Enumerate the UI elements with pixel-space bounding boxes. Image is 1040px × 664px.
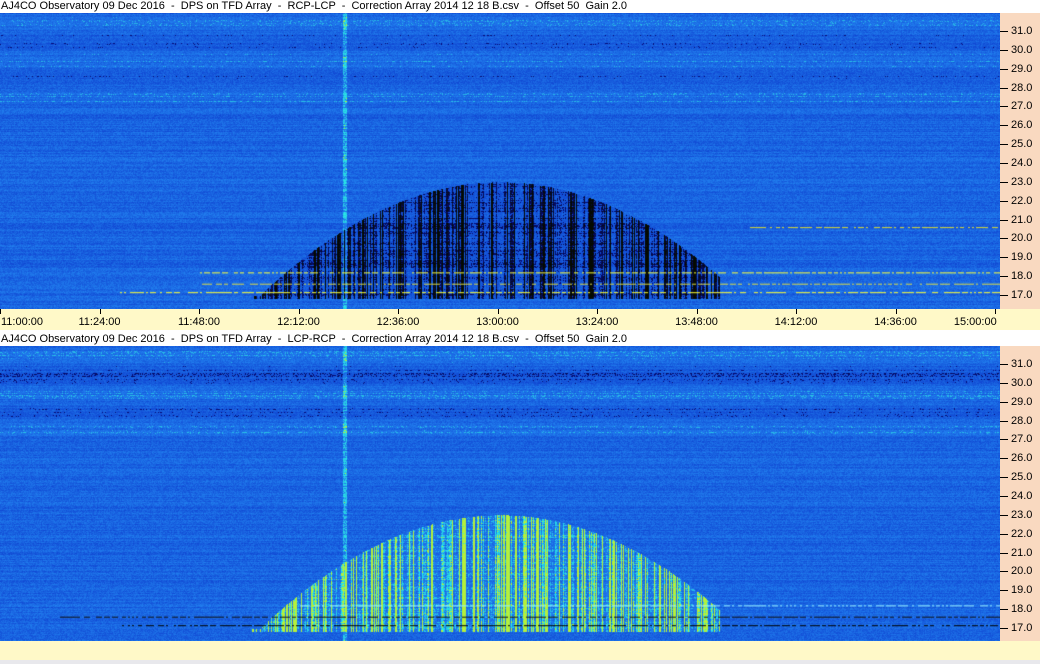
y-tick: 28.0 <box>1000 415 1040 427</box>
y-tick: 25.0 <box>1000 138 1040 150</box>
spectrogram-rcp-lcp <box>0 13 1000 309</box>
y-tick: 31.0 <box>1000 25 1040 37</box>
y-tick: 22.0 <box>1000 195 1040 207</box>
y-tick: 30.0 <box>1000 377 1040 389</box>
y-tick: 24.0 <box>1000 490 1040 502</box>
y-tick-label: 30.0 <box>1011 376 1033 389</box>
y-tick: 21.0 <box>1000 214 1040 226</box>
panel-2-title: AJ4CO Observatory 09 Dec 2016 - DPS on T… <box>0 333 1040 346</box>
y-tick: 30.0 <box>1000 44 1040 56</box>
y-tick-label: 31.0 <box>1011 25 1033 37</box>
y-tick-label: 20.0 <box>1011 232 1033 245</box>
y-tick: 17.0 <box>1000 289 1040 301</box>
y-tick: 31.0 <box>1000 358 1040 370</box>
y-tick-label: 25.0 <box>1011 471 1033 484</box>
y-tick: 18.0 <box>1000 603 1040 615</box>
time-axis-1: 11:00:00 11:24:00 11:48:00 12:12:00 12:36:00… <box>0 309 1040 330</box>
y-tick-label: 19.0 <box>1011 584 1033 597</box>
y-tick: 27.0 <box>1000 433 1040 445</box>
y-tick-label: 30.0 <box>1011 43 1033 56</box>
y-tick: 29.0 <box>1000 63 1040 75</box>
x-tick-label: 14:12:00 <box>774 316 818 328</box>
y-tick: 26.0 <box>1000 452 1040 464</box>
y-tick-label: 31.0 <box>1011 358 1033 370</box>
y-tick: 26.0 <box>1000 119 1040 131</box>
frequency-axis-1: 17.0 18.0 19.0 20.0 21.0 22.0 23.0 24.0 25.0 26.0… <box>1000 13 1040 309</box>
x-tick-label: 13:48:00 <box>675 316 718 328</box>
spectrogram-lcp-rcp <box>0 346 1000 641</box>
y-tick-label: 23.0 <box>1011 175 1033 188</box>
x-tick-label: 11:48:00 <box>177 316 221 328</box>
x-tick-label: 12:12:00 <box>277 316 320 328</box>
y-tick-label: 21.0 <box>1011 213 1033 226</box>
y-tick-label: 19.0 <box>1011 251 1033 264</box>
y-tick-label: 22.0 <box>1011 194 1033 207</box>
y-tick-label: 29.0 <box>1011 62 1033 75</box>
y-tick: 20.0 <box>1000 232 1040 244</box>
y-tick: 28.0 <box>1000 82 1040 94</box>
x-tick-label: 12:36:00 <box>376 316 420 328</box>
y-tick-label: 20.0 <box>1011 565 1033 578</box>
y-tick: 23.0 <box>1000 509 1040 521</box>
y-tick-label: 17.0 <box>1011 289 1033 301</box>
x-tick-label: 11:00:00 <box>1 316 44 328</box>
x-tick-label: 15:00:00 <box>953 316 997 328</box>
y-tick-label: 17.0 <box>1011 622 1033 634</box>
y-tick: 24.0 <box>1000 157 1040 169</box>
x-tick-label: 13:00:00 <box>476 316 519 328</box>
y-tick: 22.0 <box>1000 528 1040 540</box>
frequency-axis-2: 17.0 18.0 19.0 20.0 21.0 22.0 23.0 24.0 25.0 26.0… <box>1000 346 1040 641</box>
x-tick-label: 11:24:00 <box>78 316 121 328</box>
y-tick: 25.0 <box>1000 471 1040 483</box>
y-tick-label: 26.0 <box>1011 452 1033 465</box>
x-tick-label: 14:36:00 <box>874 316 917 328</box>
y-tick-label: 26.0 <box>1011 119 1033 132</box>
y-tick-label: 27.0 <box>1011 433 1033 446</box>
y-tick: 17.0 <box>1000 622 1040 634</box>
y-tick-label: 23.0 <box>1011 508 1033 521</box>
y-tick: 20.0 <box>1000 565 1040 577</box>
y-tick: 27.0 <box>1000 100 1040 112</box>
y-tick-label: 29.0 <box>1011 395 1033 408</box>
time-axis-2 <box>0 641 1040 660</box>
y-tick-label: 27.0 <box>1011 100 1033 113</box>
y-tick: 21.0 <box>1000 547 1040 559</box>
y-tick-label: 28.0 <box>1011 81 1033 94</box>
x-tick-label: 13:24:00 <box>575 316 619 328</box>
y-tick: 18.0 <box>1000 270 1040 282</box>
panel-1-title: AJ4CO Observatory 09 Dec 2016 - DPS on T… <box>0 0 1040 13</box>
y-tick: 19.0 <box>1000 584 1040 596</box>
y-tick-label: 18.0 <box>1011 270 1033 283</box>
y-tick: 23.0 <box>1000 176 1040 188</box>
y-tick-label: 25.0 <box>1011 138 1033 151</box>
y-tick-label: 24.0 <box>1011 157 1033 169</box>
y-tick-label: 24.0 <box>1011 490 1033 502</box>
y-tick-label: 21.0 <box>1011 546 1033 559</box>
y-tick-label: 18.0 <box>1011 603 1033 616</box>
y-tick: 19.0 <box>1000 251 1040 263</box>
y-tick: 29.0 <box>1000 396 1040 408</box>
y-tick-label: 28.0 <box>1011 414 1033 427</box>
y-tick-label: 22.0 <box>1011 527 1033 540</box>
